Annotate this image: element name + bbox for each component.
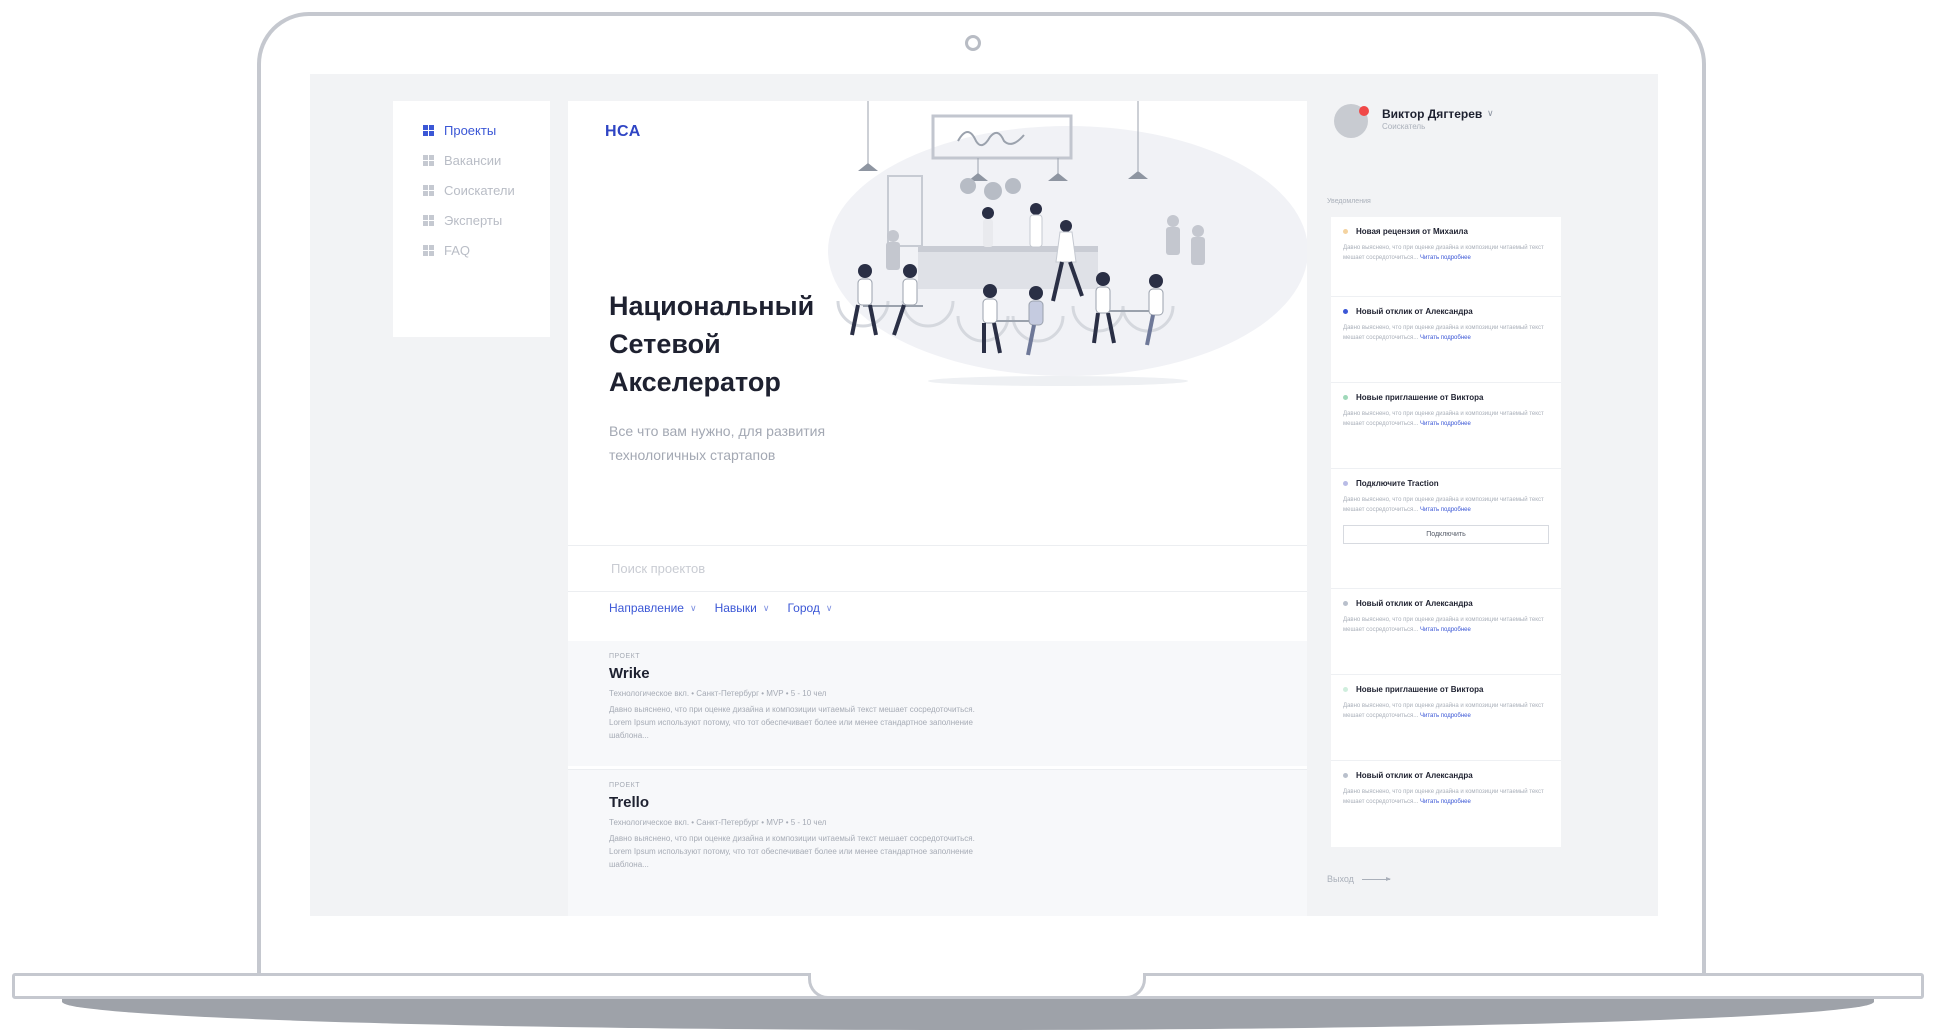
notification-item[interactable]: Новый отклик от Александра Давно выяснен… (1331, 589, 1561, 675)
project-description: Давно выяснено, что при оценке дизайна и… (609, 705, 975, 740)
sidebar-item-label: Проекты (444, 123, 497, 138)
notification-item[interactable]: Новая рецензия от Михаила Давно выяснено… (1331, 217, 1561, 297)
filter-label: Направление (609, 601, 684, 615)
search-input[interactable] (609, 560, 1013, 577)
notifications-label: Уведомления (1327, 198, 1371, 205)
sidebar-nav: Проекты Вакансии Соискатели Эксперты FAQ (393, 101, 550, 337)
notification-text: Давно выяснено, что при оценке дизайна и… (1343, 617, 1544, 633)
project-name[interactable]: Trello (609, 794, 649, 811)
hero-subtitle: Все что вам нужно, для развития технолог… (609, 423, 826, 463)
sidebar-item-label: Эксперты (444, 213, 503, 228)
grid-icon (423, 125, 434, 136)
grid-icon (423, 185, 434, 196)
logout-label: Выход (1327, 874, 1354, 884)
sidebar-item-applicants[interactable]: Соискатели (423, 183, 515, 198)
notification-item[interactable]: Новые приглашение от Виктора Давно выясн… (1331, 383, 1561, 469)
user-name[interactable]: Виктор Дягтерев (1382, 107, 1482, 121)
notification-text: Давно выяснено, что при оценке дизайна и… (1343, 411, 1544, 427)
notification-title: Новый отклик от Александра (1356, 599, 1473, 608)
notification-title: Новая рецензия от Михаила (1356, 227, 1468, 236)
notification-title: Новые приглашение от Виктора (1356, 685, 1484, 694)
notification-dot (1343, 773, 1348, 778)
notification-dot (1343, 229, 1348, 234)
project-kind: ПРОЕКТ (609, 782, 641, 789)
read-more-link[interactable]: Читать подробнее (1420, 255, 1471, 261)
filter-bar: Направление ∨ Навыки ∨ Город ∨ (609, 601, 833, 615)
laptop-base-shadow (62, 996, 1874, 1030)
sidebar-item-label: Соискатели (444, 183, 515, 198)
filter-label: Навыки (714, 601, 757, 615)
chevron-down-icon: ∨ (689, 602, 697, 613)
notifications-list: Новая рецензия от Михаила Давно выяснено… (1331, 217, 1561, 847)
sidebar-item-faq[interactable]: FAQ (423, 243, 470, 258)
project-description: Давно выяснено, что при оценке дизайна и… (609, 834, 975, 869)
project-card[interactable]: ПРОЕКТ Trello Технологическое вкл. • Сан… (568, 769, 1307, 916)
grid-icon (423, 155, 434, 166)
notification-item[interactable]: Новый отклик от Александра Давно выяснен… (1331, 297, 1561, 383)
notification-item[interactable]: Новые приглашение от Виктора Давно выясн… (1331, 675, 1561, 761)
project-card[interactable]: ПРОЕКТ Wrike Технологическое вкл. • Санк… (568, 641, 1307, 766)
notification-text: Давно выяснено, что при оценке дизайна и… (1343, 789, 1544, 805)
screen: Проекты Вакансии Соискатели Эксперты FAQ… (310, 74, 1658, 916)
read-more-link[interactable]: Читать подробнее (1420, 507, 1471, 513)
right-panel: Виктор Дягтерев ∨ Соискатель Уведомления… (1307, 74, 1658, 916)
notification-item[interactable]: Подключите Traction Давно выяснено, что … (1331, 469, 1561, 589)
read-more-link[interactable]: Читать подробнее (1420, 627, 1471, 633)
project-name[interactable]: Wrike (609, 665, 650, 682)
notification-text: Давно выяснено, что при оценке дизайна и… (1343, 703, 1544, 719)
project-meta: Технологическое вкл. • Санкт-Петербург •… (609, 818, 827, 827)
filter-skills[interactable]: Навыки ∨ (715, 601, 770, 615)
logout-link[interactable]: Выход (1327, 874, 1391, 884)
chevron-down-icon: ∨ (762, 602, 770, 613)
grid-icon (423, 245, 434, 256)
notification-dot (1343, 687, 1348, 692)
sidebar-item-experts[interactable]: Эксперты (423, 213, 502, 228)
notification-item[interactable]: Новый отклик от Александра Давно выяснен… (1331, 761, 1561, 847)
notification-text: Давно выяснено, что при оценке дизайна и… (1343, 245, 1544, 261)
notification-title: Новый отклик от Александра (1356, 771, 1473, 780)
camera-icon (965, 35, 981, 51)
logo[interactable]: НСА (605, 123, 641, 141)
project-meta: Технологическое вкл. • Санкт-Петербург •… (609, 689, 827, 698)
laptop-notch (808, 973, 1146, 999)
read-more-link[interactable]: Читать подробнее (1420, 799, 1471, 805)
read-more-link[interactable]: Читать подробнее (1420, 421, 1471, 427)
filter-direction[interactable]: Направление ∨ (609, 601, 697, 615)
search-bar (568, 545, 1307, 592)
sidebar-item-label: FAQ (444, 243, 471, 258)
filter-city[interactable]: Город ∨ (787, 601, 832, 615)
read-more-link[interactable]: Читать подробнее (1420, 713, 1471, 719)
arrow-right-icon (1361, 876, 1391, 881)
user-role: Соискатель (1382, 122, 1426, 131)
chevron-down-icon[interactable]: ∨ (1487, 108, 1494, 119)
notification-dot (1343, 395, 1348, 400)
read-more-link[interactable]: Читать подробнее (1420, 335, 1471, 341)
hero-title: Национальный Сетевой Акселератор (609, 291, 815, 397)
cafe-illustration (828, 101, 1307, 386)
main-content: НСА Национальный Сетевой Акселератор Все… (568, 101, 1307, 916)
notification-dot (1343, 309, 1348, 314)
grid-icon (423, 215, 434, 226)
notification-title: Подключите Traction (1356, 479, 1439, 488)
sidebar-item-label: Вакансии (444, 153, 502, 168)
notification-text: Давно выяснено, что при оценке дизайна и… (1343, 325, 1544, 341)
filter-label: Город (787, 601, 820, 615)
connect-traction-button[interactable]: Подключить (1343, 525, 1549, 544)
chevron-down-icon: ∨ (825, 602, 833, 613)
project-kind: ПРОЕКТ (609, 653, 641, 660)
notification-title: Новый отклик от Александра (1356, 307, 1473, 316)
notification-dot (1343, 481, 1348, 486)
sidebar-item-vacancies[interactable]: Вакансии (423, 153, 501, 168)
sidebar-item-projects[interactable]: Проекты (423, 123, 496, 138)
status-dot (1359, 106, 1369, 116)
notification-text: Давно выяснено, что при оценке дизайна и… (1343, 497, 1544, 513)
notification-title: Новые приглашение от Виктора (1356, 393, 1484, 402)
notification-dot (1343, 601, 1348, 606)
